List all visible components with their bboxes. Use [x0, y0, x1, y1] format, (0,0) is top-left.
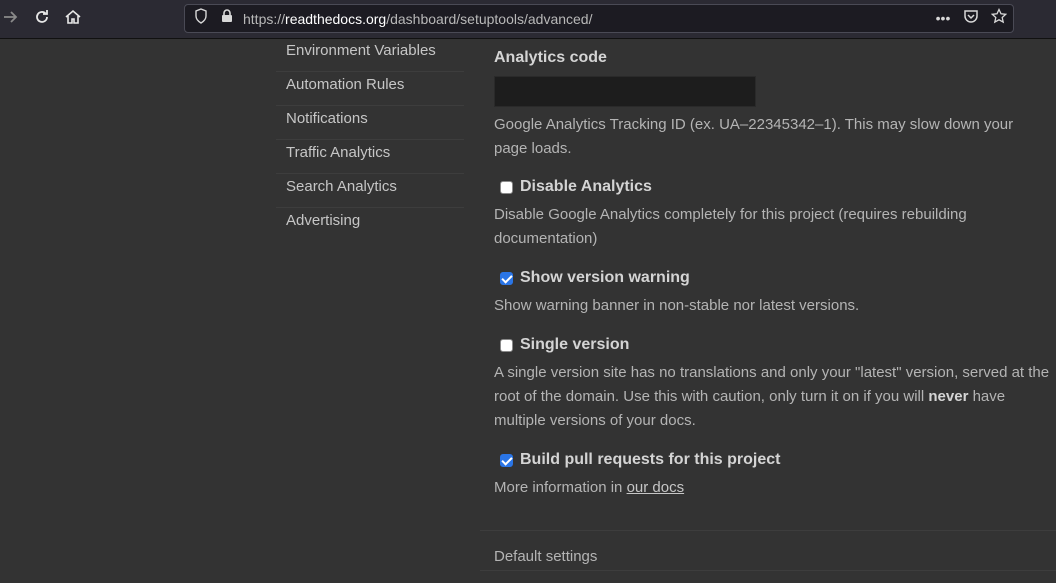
sidebar-item-label: Search Analytics	[286, 178, 397, 195]
disable-analytics-help: Disable Google Analytics completely for …	[494, 206, 967, 247]
url-bar[interactable]: https://readthedocs.org/dashboard/setupt…	[184, 4, 1014, 33]
analytics-code-label: Analytics code	[494, 49, 607, 66]
single-version-row: Single version	[494, 333, 629, 357]
section-divider	[480, 570, 1056, 571]
browser-toolbar: https://readthedocs.org/dashboard/setupt…	[0, 0, 1056, 39]
sidebar-item-traffic-analytics[interactable]: Traffic Analytics	[276, 140, 464, 174]
single-version-help-emphasis: never	[928, 388, 969, 405]
build-pull-requests-label[interactable]: Build pull requests for this project	[520, 451, 780, 469]
sidebar-item-notifications[interactable]: Notifications	[276, 106, 464, 140]
settings-sidebar: Environment Variables Automation Rules N…	[276, 38, 464, 242]
bookmark-star-icon[interactable]	[989, 7, 1009, 28]
sidebar-item-automation-rules[interactable]: Automation Rules	[276, 72, 464, 106]
show-version-warning-row: Show version warning	[494, 266, 690, 290]
sidebar-item-environment-variables[interactable]: Environment Variables	[276, 38, 464, 72]
our-docs-link[interactable]: our docs	[627, 479, 685, 496]
build-pull-requests-help: More information in our docs	[494, 476, 1050, 500]
build-pull-requests-checkbox[interactable]	[500, 453, 513, 467]
section-divider	[480, 530, 1056, 531]
lock-icon[interactable]	[217, 8, 237, 28]
disable-analytics-checkbox[interactable]	[500, 180, 513, 194]
sidebar-item-label: Environment Variables	[286, 42, 436, 59]
pocket-icon[interactable]	[961, 8, 981, 28]
reload-icon[interactable]	[31, 8, 53, 30]
build-pull-requests-row: Build pull requests for this project	[494, 448, 780, 472]
analytics-code-input[interactable]	[494, 76, 756, 107]
sidebar-item-label: Advertising	[286, 212, 361, 229]
sidebar-item-label: Automation Rules	[286, 76, 405, 93]
disable-analytics-row: Disable Analytics	[494, 175, 652, 199]
shield-icon[interactable]	[191, 8, 211, 28]
url-text[interactable]: https://readthedocs.org/dashboard/setupt…	[243, 11, 592, 27]
more-actions-icon[interactable]: •••	[933, 8, 953, 28]
forward-arrow-icon[interactable]	[0, 8, 22, 30]
show-version-warning-checkbox[interactable]	[500, 271, 513, 285]
sidebar-item-label: Traffic Analytics	[286, 144, 391, 161]
single-version-checkbox[interactable]	[500, 338, 513, 352]
show-version-warning-label[interactable]: Show version warning	[520, 269, 690, 287]
sidebar-item-label: Notifications	[286, 110, 368, 127]
sidebar-item-advertising[interactable]: Advertising	[276, 208, 464, 242]
analytics-code-help: Google Analytics Tracking ID (ex. UA–223…	[494, 116, 1014, 157]
disable-analytics-label[interactable]: Disable Analytics	[520, 178, 652, 196]
build-pull-requests-help-text: More information in	[494, 479, 627, 496]
home-icon[interactable]	[62, 8, 84, 30]
single-version-help: A single version site has no translation…	[494, 361, 1054, 433]
show-version-warning-help: Show warning banner in non-stable nor la…	[494, 297, 860, 314]
default-settings-heading[interactable]: Default settings	[494, 545, 597, 569]
single-version-label[interactable]: Single version	[520, 336, 629, 354]
sidebar-item-search-analytics[interactable]: Search Analytics	[276, 174, 464, 208]
